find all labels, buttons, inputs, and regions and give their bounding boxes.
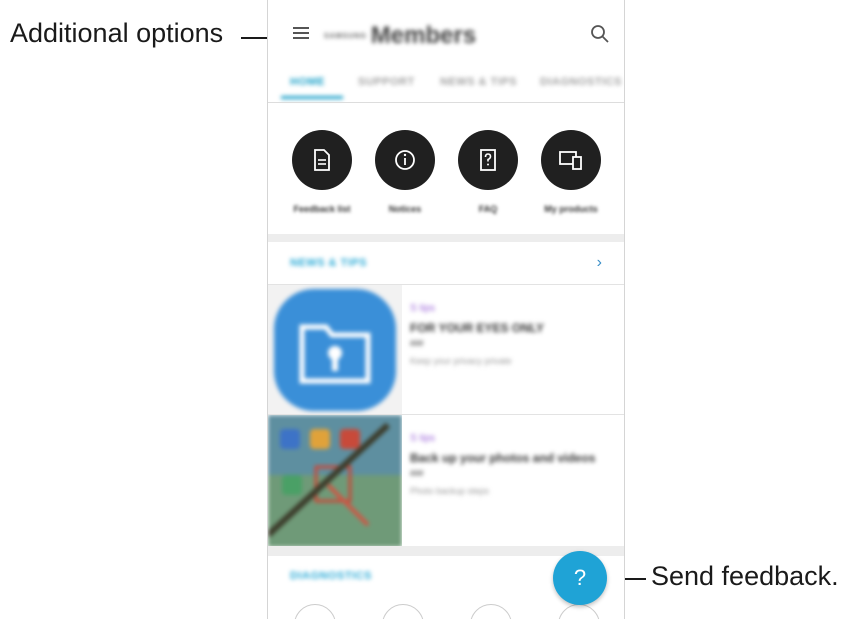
card-body: S tips FOR YOUR EYES ONLY ### Keep your … xyxy=(410,303,610,366)
qa-circle xyxy=(541,130,601,190)
diagnostic-item[interactable] xyxy=(470,604,512,619)
tab-news-tips[interactable]: NEWS & TIPS xyxy=(440,76,517,88)
section-gap xyxy=(268,234,624,242)
callout-additional-options: Additional options xyxy=(10,18,224,48)
tab-diagnostics[interactable]: DIAGNOSTICS xyxy=(540,76,622,88)
app-bar: SAMSUNG Members xyxy=(268,0,624,70)
brand-label: SAMSUNG xyxy=(324,33,367,41)
qa-circle xyxy=(375,130,435,190)
tabs-divider xyxy=(268,102,624,103)
card-meta: ### xyxy=(410,469,424,478)
news-card[interactable]: S tips FOR YOUR EYES ONLY ### Keep your … xyxy=(268,284,624,415)
card-description: Photo backup steps xyxy=(410,486,490,496)
photo-backup-image xyxy=(268,415,402,547)
callout-send-feedback: Send feedback. xyxy=(651,561,839,591)
card-thumbnail xyxy=(268,285,402,415)
card-description: Keep your privacy private xyxy=(410,356,512,366)
app-title-text: Members xyxy=(370,22,477,49)
tab-indicator xyxy=(281,96,343,99)
card-category: S tips xyxy=(410,433,436,444)
question-book-icon xyxy=(480,149,496,171)
diagnostic-item[interactable] xyxy=(558,604,600,619)
diagnostic-item[interactable] xyxy=(382,604,424,619)
tab-bar: HOME SUPPORT NEWS & TIPS DIAGNOSTICS xyxy=(268,68,624,100)
card-body: S tips Back up your photos and videos ##… xyxy=(410,433,610,496)
news-card[interactable]: S tips Back up your photos and videos ##… xyxy=(268,414,624,547)
qa-label: Feedback list xyxy=(293,204,351,214)
qa-label: FAQ xyxy=(478,204,498,214)
card-thumbnail xyxy=(268,415,402,547)
menu-icon[interactable] xyxy=(290,22,312,44)
phone-screen: SAMSUNG Members HOME SUPPORT NEWS & TIPS … xyxy=(267,0,625,619)
app-title: SAMSUNG Members xyxy=(324,22,476,50)
info-icon xyxy=(395,150,415,170)
diagnostic-item[interactable] xyxy=(294,604,336,619)
qa-circle xyxy=(458,130,518,190)
qa-label: Notices xyxy=(388,204,422,214)
feedback-list-button[interactable]: Feedback list xyxy=(279,130,365,214)
my-products-button[interactable]: My products xyxy=(528,130,614,214)
search-icon[interactable] xyxy=(590,24,610,44)
card-meta: ### xyxy=(410,339,424,348)
news-tips-title: NEWS & TIPS xyxy=(290,257,368,269)
tab-support[interactable]: SUPPORT xyxy=(358,76,415,88)
qa-label: My products xyxy=(544,204,598,214)
card-category: S tips xyxy=(410,303,436,314)
notices-button[interactable]: Notices xyxy=(362,130,448,214)
card-title: FOR YOUR EYES ONLY xyxy=(410,321,545,335)
chevron-right-icon: › xyxy=(596,254,602,271)
diagnostics-title: DIAGNOSTICS xyxy=(290,570,372,582)
qa-circle xyxy=(292,130,352,190)
quick-actions: Feedback list Notices FAQ My products xyxy=(268,104,624,234)
faq-button[interactable]: FAQ xyxy=(445,130,531,214)
news-tips-header[interactable]: NEWS & TIPS › xyxy=(268,242,624,284)
card-title: Back up your photos and videos xyxy=(410,451,596,465)
document-icon xyxy=(314,149,330,171)
tab-home[interactable]: HOME xyxy=(290,76,325,88)
send-feedback-button[interactable]: ? xyxy=(553,551,607,605)
devices-icon xyxy=(559,151,582,170)
secure-folder-icon xyxy=(274,289,396,411)
help-icon: ? xyxy=(573,565,587,590)
